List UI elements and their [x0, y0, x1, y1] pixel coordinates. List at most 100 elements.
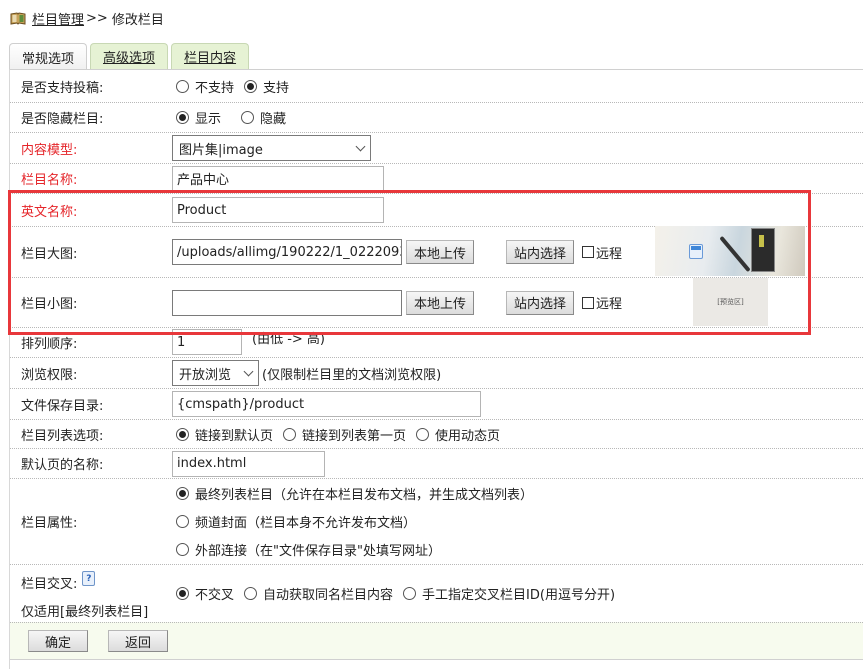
- sort-order-input[interactable]: 1: [172, 329, 242, 355]
- input-value: 产品中心: [177, 173, 230, 188]
- radio-button[interactable]: [176, 515, 189, 528]
- default-page-field: index.html: [172, 450, 325, 477]
- big-image-remote-checkbox[interactable]: 远程: [582, 243, 622, 262]
- radio-label: 链接到默认页: [195, 428, 274, 444]
- radio-label: 频道封面（栏目本身不允许发布文档）: [195, 516, 417, 531]
- radio-link-first-page[interactable]: 链接到列表第一页: [279, 425, 406, 444]
- help-icon[interactable]: [82, 571, 96, 586]
- radio-allow[interactable]: 支持: [240, 77, 289, 96]
- radio-label: 隐藏: [260, 112, 287, 127]
- radio-button[interactable]: [176, 111, 189, 124]
- radio-button[interactable]: [176, 427, 189, 441]
- radio-button[interactable]: [403, 587, 417, 600]
- input-value: 1: [177, 334, 186, 350]
- english-name-field: Product: [172, 197, 384, 223]
- browse-permission-select[interactable]: 开放浏览: [172, 360, 259, 386]
- tab-bar: 常规选项 高级选项 栏目内容: [9, 43, 250, 70]
- small-image-select-button[interactable]: 站内选择: [506, 290, 575, 315]
- input-value: Product: [177, 202, 227, 218]
- row-hidden: 是否隐藏栏目: 显示 隐藏: [10, 103, 863, 133]
- field-label: 是否隐藏栏目:: [21, 112, 104, 127]
- radio-channel-cover[interactable]: 频道封面（栏目本身不允许发布文档）: [172, 512, 416, 531]
- radio-label: 支持: [263, 80, 290, 96]
- radio-label: 不交叉: [195, 588, 235, 603]
- tab-general[interactable]: 常规选项: [9, 43, 88, 70]
- radio-external-link[interactable]: 外部连接（在"文件保存目录"处填写网址）: [172, 540, 441, 559]
- small-image-preview: [预览区]: [693, 278, 768, 326]
- content-model-select[interactable]: 图片集|image: [172, 135, 371, 161]
- cross-label-line: 栏目交叉:: [21, 571, 148, 599]
- sort-order-field: 1 (由低 -> 高): [172, 329, 325, 355]
- select-value: 图片集|image: [179, 142, 263, 158]
- radio-show[interactable]: 显示: [172, 108, 221, 127]
- confirm-button[interactable]: 确定: [28, 630, 88, 652]
- name-input[interactable]: 产品中心: [172, 165, 384, 192]
- list-option-options: 链接到默认页 链接到列表第一页 使用动态页: [172, 425, 506, 444]
- chevron-down-icon: [355, 141, 366, 151]
- english-name-input[interactable]: Product: [172, 197, 384, 223]
- case-product-image: [751, 228, 775, 272]
- breadcrumb-current: 修改栏目: [111, 12, 164, 28]
- big-image-input[interactable]: /uploads/allimg/190222/1_0222093: [172, 239, 402, 265]
- field-label: 英文名称:: [21, 204, 78, 220]
- allow-submit-options: 不支持 支持: [172, 77, 295, 96]
- radio-label: 链接到列表第一页: [302, 428, 407, 444]
- attribute-options: 最终列表栏目（允许在本栏目发布文档，并生成文档列表） 频道封面（栏目本身不允许发…: [172, 484, 539, 559]
- breadcrumb: 栏目管理 >> 修改栏目: [10, 8, 164, 28]
- preview-placeholder-text: [预览区]: [717, 298, 744, 306]
- radio-button[interactable]: [244, 79, 258, 93]
- field-label: 默认页的名称:: [21, 458, 104, 473]
- form-footer: 确定 返回: [10, 622, 863, 660]
- tab-label: 高级选项: [103, 51, 156, 66]
- row-list-option: 栏目列表选项: 链接到默认页 链接到列表第一页 使用动态页: [10, 420, 863, 449]
- field-label: 栏目属性:: [21, 516, 78, 531]
- input-value: index.html: [177, 456, 247, 471]
- small-image-upload-button[interactable]: 本地上传: [406, 290, 475, 315]
- radio-auto-cross[interactable]: 自动获取同名栏目内容: [240, 584, 393, 603]
- field-label: 排列顺序:: [21, 337, 78, 352]
- radio-button[interactable]: [416, 427, 430, 441]
- breadcrumb-parent-link[interactable]: 栏目管理: [32, 9, 84, 28]
- default-page-input[interactable]: index.html: [172, 450, 325, 477]
- tab-advanced[interactable]: 高级选项: [90, 43, 169, 69]
- radio-button[interactable]: [176, 587, 189, 600]
- field-label: 栏目列表选项:: [21, 428, 104, 444]
- small-image-remote-checkbox[interactable]: 远程: [582, 293, 622, 312]
- radio-not-allow[interactable]: 不支持: [172, 77, 234, 96]
- checkbox-label: 远程: [596, 297, 623, 312]
- radio-label: 自动获取同名栏目内容: [263, 588, 394, 603]
- form-panel: 是否支持投稿: 不支持 支持 是否隐藏栏目: 显示 隐藏 内容模型: 图片集|i…: [9, 69, 863, 669]
- row-english-name: 英文名称: Product: [10, 194, 863, 227]
- radio-final-list[interactable]: 最终列表栏目（允许在本栏目发布文档，并生成文档列表）: [172, 484, 533, 503]
- radio-button[interactable]: [244, 587, 258, 600]
- radio-link-default[interactable]: 链接到默认页: [172, 425, 273, 444]
- radio-button[interactable]: [241, 111, 255, 124]
- book-icon: [10, 11, 26, 25]
- save-dir-field: {cmspath}/product: [172, 391, 481, 417]
- radio-hide[interactable]: 隐藏: [237, 108, 286, 127]
- radio-no-cross[interactable]: 不交叉: [172, 584, 234, 603]
- big-image-upload-button[interactable]: 本地上传: [406, 240, 475, 264]
- tab-label: 栏目内容: [184, 51, 237, 66]
- row-sort-order: 排列顺序: 1 (由低 -> 高): [10, 328, 863, 358]
- tab-content[interactable]: 栏目内容: [171, 43, 250, 69]
- row-cross: 栏目交叉: 仅适用[最终列表栏目] 不交叉 自动获取同名栏目内容 手工指定交叉栏…: [10, 565, 863, 622]
- radio-dynamic-page[interactable]: 使用动态页: [412, 425, 500, 444]
- row-attribute: 栏目属性: 最终列表栏目（允许在本栏目发布文档，并生成文档列表） 频道封面（栏目…: [10, 479, 863, 565]
- row-save-dir: 文件保存目录: {cmspath}/product: [10, 389, 863, 420]
- radio-manual-cross[interactable]: 手工指定交叉栏目ID(用逗号分开): [399, 584, 615, 603]
- radio-button[interactable]: [283, 427, 297, 441]
- radio-label: 显示: [195, 112, 222, 127]
- big-image-select-button[interactable]: 站内选择: [506, 240, 575, 264]
- small-image-input[interactable]: [172, 289, 402, 316]
- radio-button[interactable]: [176, 79, 189, 93]
- radio-label: 最终列表栏目（允许在本栏目发布文档，并生成文档列表）: [195, 488, 534, 503]
- small-image-field: 本地上传 站内选择 远程: [172, 289, 628, 316]
- checkbox[interactable]: [582, 246, 595, 258]
- radio-button[interactable]: [176, 543, 189, 556]
- back-button[interactable]: 返回: [108, 630, 168, 652]
- checkbox[interactable]: [582, 296, 595, 309]
- radio-button[interactable]: [176, 487, 189, 500]
- save-dir-input[interactable]: {cmspath}/product: [172, 391, 481, 417]
- field-label: 是否支持投稿:: [21, 80, 104, 96]
